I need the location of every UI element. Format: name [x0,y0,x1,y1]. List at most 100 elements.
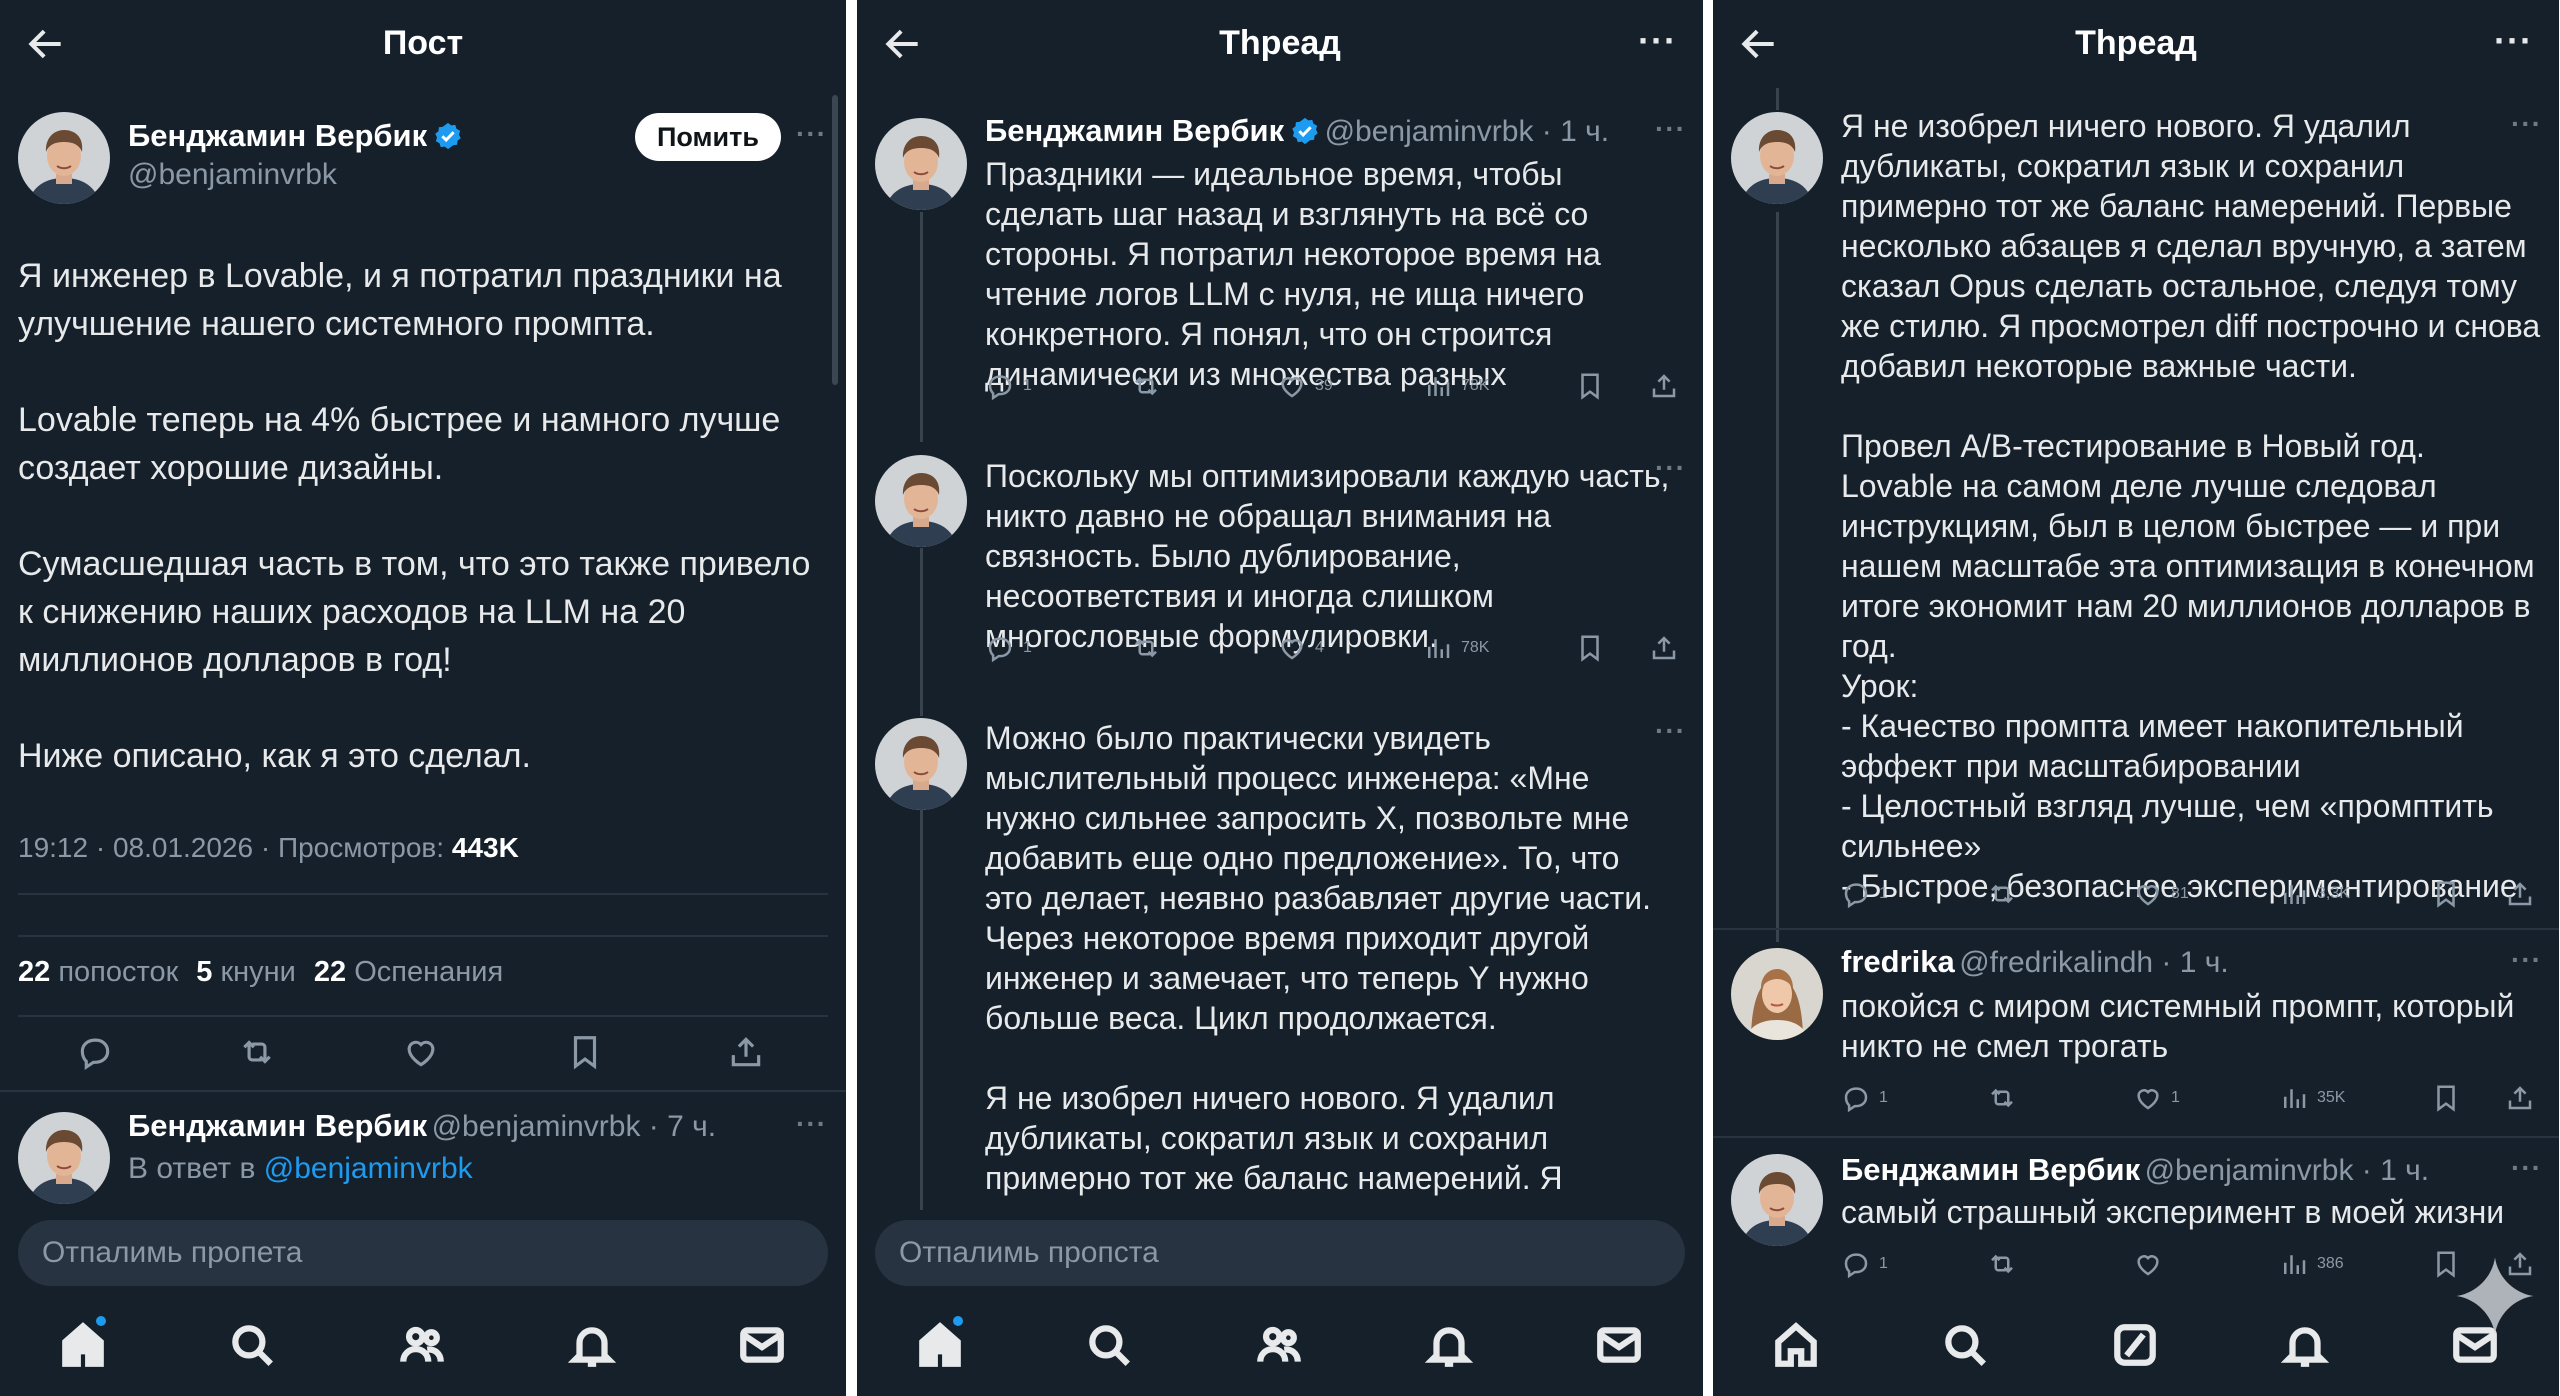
author-name[interactable]: Бенджамин Вербик [128,118,463,154]
bookmark-button[interactable] [566,1032,604,1072]
header: Thpeaд ··· [857,0,1703,88]
bookmark-button[interactable] [1575,628,1605,668]
avatar[interactable] [875,118,967,210]
views-button[interactable]: 35K [2279,1078,2345,1118]
quotes-stat[interactable]: 5 кнуни [196,956,296,989]
reply-button[interactable]: 1 [1841,874,1888,914]
nav-notifications[interactable] [1424,1320,1474,1370]
avatar[interactable] [1731,112,1823,204]
reply-button[interactable]: 1 [985,628,1032,668]
thread-panel: Thpeaд ··· ··· Я не изобрел ничего новог… [1713,0,2559,1396]
heart-icon [1277,633,1307,663]
nav-home[interactable] [58,1316,108,1370]
repost-button[interactable] [1131,366,1161,406]
reply-context: В ответ в @benjaminvrbk [128,1152,473,1185]
views-button[interactable]: 386 [2279,1244,2344,1284]
avatar[interactable] [875,718,967,810]
nav-search[interactable] [1940,1320,1990,1370]
page-title: Пост [382,24,464,62]
like-button[interactable] [402,1032,440,1072]
mention-link[interactable]: @benjaminvrbk [264,1152,473,1185]
bookmark-button[interactable] [2431,1078,2461,1118]
reply-button[interactable] [76,1032,114,1072]
like-button[interactable]: 39 [1277,366,1333,406]
reply-button[interactable]: 1 [1841,1244,1888,1284]
nav-communities[interactable] [397,1320,447,1370]
author-name[interactable]: Бенджамин Вербик [985,113,1284,148]
views-icon [2279,1083,2309,1113]
share-button[interactable] [1649,366,1679,406]
author-handle[interactable]: @benjaminvrbk [128,158,463,192]
bookmark-button[interactable] [1575,366,1605,406]
tweet-header: fredrika @fredrikalindh · 1 ч. [1841,944,2229,980]
scrollbar[interactable] [832,95,838,385]
home-icon [1771,1320,1821,1370]
reply-input[interactable]: Отпалимь пропста [875,1220,1685,1286]
search-icon [1940,1320,1990,1370]
repost-button[interactable] [1131,628,1161,668]
home-icon [58,1320,108,1370]
nav-notifications[interactable] [567,1320,617,1370]
more-options-icon[interactable]: ··· [2511,944,2542,976]
reply-icon [1841,1249,1871,1279]
nav-communities[interactable] [1254,1320,1304,1370]
repost-button[interactable] [1987,874,2017,914]
reply-more-icon[interactable]: ··· [796,1108,827,1140]
header-more-icon[interactable]: ··· [1638,23,1677,59]
nav-search[interactable] [227,1320,277,1370]
avatar[interactable] [1731,948,1823,1040]
post-panel: Пост Бенджамин Вербик @benjaminvrbk Поми… [0,0,846,1396]
bookmark-icon [1575,371,1605,401]
like-button[interactable]: 1 [2133,1078,2180,1118]
share-button[interactable] [2505,874,2535,914]
share-button[interactable] [1649,628,1679,668]
like-button[interactable]: 81 [2133,874,2189,914]
reply-author-name[interactable]: Бенджамин Вербик [128,1108,427,1143]
repost-button[interactable] [1987,1244,2017,1284]
header: Thpeaд ··· [1713,0,2559,88]
reply-button[interactable]: 1 [1841,1078,1888,1118]
nav-messages[interactable] [1594,1320,1644,1370]
author-name[interactable]: fredrika [1841,944,1955,979]
author-handle: @fredrikalindh · 1 ч. [1959,946,2229,979]
nav-home[interactable] [915,1316,965,1370]
avatar[interactable] [1731,1154,1823,1246]
header: Пост [0,0,846,88]
author-name[interactable]: Бенджамин Вербик [1841,1152,2140,1187]
likes-stat[interactable]: 22 Оспенания [314,956,503,989]
repost-button[interactable] [238,1032,276,1072]
like-button[interactable] [2133,1244,2163,1284]
nav-messages[interactable] [737,1320,787,1370]
views-button[interactable]: 78K [1423,628,1489,668]
reply-avatar[interactable] [18,1112,110,1204]
reposts-stat[interactable]: 22 попосток [18,956,178,989]
repost-icon [238,1033,276,1071]
avatar[interactable] [875,455,967,547]
nav-notifications[interactable] [2280,1320,2330,1370]
nav-search[interactable] [1084,1320,1134,1370]
views-button[interactable]: 3,3K [2279,874,2350,914]
more-options-icon[interactable]: ··· [2511,1152,2542,1184]
nav-home[interactable] [1771,1320,1821,1370]
views-button[interactable]: 78K [1423,366,1489,406]
repost-button[interactable] [1987,1078,2017,1118]
reply-icon [985,371,1015,401]
follow-button[interactable]: Помить [635,113,781,161]
mail-icon [1594,1320,1644,1370]
repost-icon [1987,1249,2017,1279]
author-block: Бенджамин Вербик @benjaminvrbk [128,118,463,192]
reply-button[interactable]: 1 [985,366,1032,406]
page-title: Thpeaд [1219,24,1341,62]
avatar[interactable] [18,112,110,204]
tweet-header: Бенджамин Вербик @benjaminvrbk · 1 ч. [1841,1152,2429,1188]
header-more-icon[interactable]: ··· [2494,23,2533,59]
bookmark-button[interactable] [2431,874,2461,914]
nav-grok[interactable] [2110,1320,2160,1370]
tweet-body: Праздники — идеальное время, чтобы сдела… [985,156,1601,392]
reply-input[interactable]: Отпалимь пропета [18,1220,828,1286]
share-button[interactable] [727,1032,765,1072]
share-button[interactable] [2505,1078,2535,1118]
like-button[interactable]: 4 [1277,628,1324,668]
more-options-icon[interactable]: ··· [1655,113,1686,145]
more-options-icon[interactable]: ··· [796,118,827,150]
